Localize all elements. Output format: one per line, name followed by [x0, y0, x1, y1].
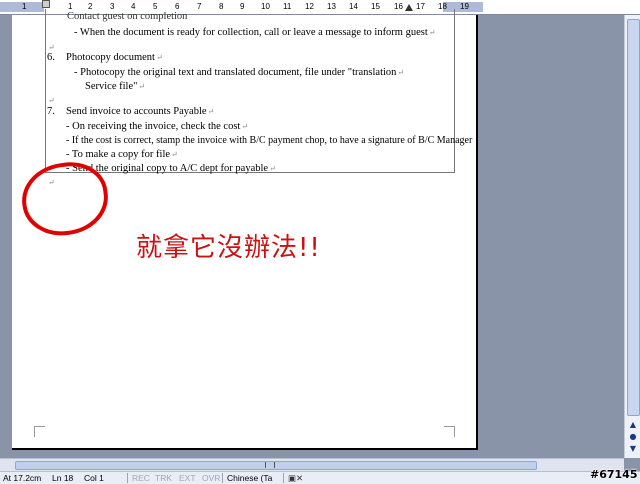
scrollbar-thumb[interactable] [627, 19, 640, 416]
list-number: 6. [47, 52, 55, 63]
horizontal-scrollbar[interactable] [0, 458, 624, 471]
status-separator [283, 473, 284, 483]
status-language[interactable]: Chinese (Ta [227, 472, 272, 484]
doc-line: Photocopy document↵ [66, 52, 163, 63]
status-trk[interactable]: TRK [155, 472, 172, 484]
scroll-down-icon[interactable]: ▼ [627, 443, 639, 455]
status-separator [222, 473, 223, 483]
scrollbar-grip [265, 462, 275, 468]
status-ext[interactable]: EXT [179, 472, 196, 484]
status-bar: At 17.2cm Ln 18 Col 1 REC TRK EXT OVR Ch… [0, 471, 640, 484]
ruler-number: 19 [460, 2, 469, 11]
doc-line: - On receiving the invoice, check the co… [66, 121, 249, 132]
doc-line: Service file"↵ [85, 81, 146, 92]
paragraph-mark: ↵ [48, 96, 55, 105]
doc-line: - If the cost is correct, stamp the invo… [66, 135, 473, 146]
doc-line: - Photocopy the original text and transl… [74, 67, 405, 78]
status-column: Col 1 [84, 473, 104, 483]
annotation-text: 就拿它沒辦法!! [136, 233, 321, 263]
document-canvas: Contact guest on completion - When the d… [0, 9, 624, 458]
vertical-scrollbar[interactable]: ▲ ● ▼ [624, 15, 640, 458]
scroll-up-icon[interactable]: ▲ [627, 419, 639, 431]
doc-line: - When the document is ready for collect… [74, 27, 436, 38]
status-separator [127, 473, 128, 483]
list-number: 7. [47, 106, 55, 117]
scrollbar-thumb[interactable] [15, 461, 537, 470]
select-browse-object-icon[interactable]: ● [627, 431, 639, 443]
doc-line: - To make a copy for file↵ [66, 149, 178, 160]
status-line: Ln 18 [52, 473, 74, 483]
ruler-number: 1 [22, 2, 27, 11]
status-position: At 17.2cm [3, 473, 42, 483]
status-ovr[interactable]: OVR [202, 472, 220, 484]
page-corner-mark [444, 426, 455, 437]
watermark-text: #67145 [590, 468, 638, 481]
indent-marker[interactable] [42, 0, 50, 8]
page-corner-mark [34, 426, 45, 437]
status-rec[interactable]: REC [132, 472, 150, 484]
doc-line: Contact guest on completion [67, 11, 188, 22]
spelling-status-icon[interactable]: ▣✕ [288, 472, 303, 484]
doc-line: Send invoice to accounts Payable↵ [66, 106, 215, 117]
